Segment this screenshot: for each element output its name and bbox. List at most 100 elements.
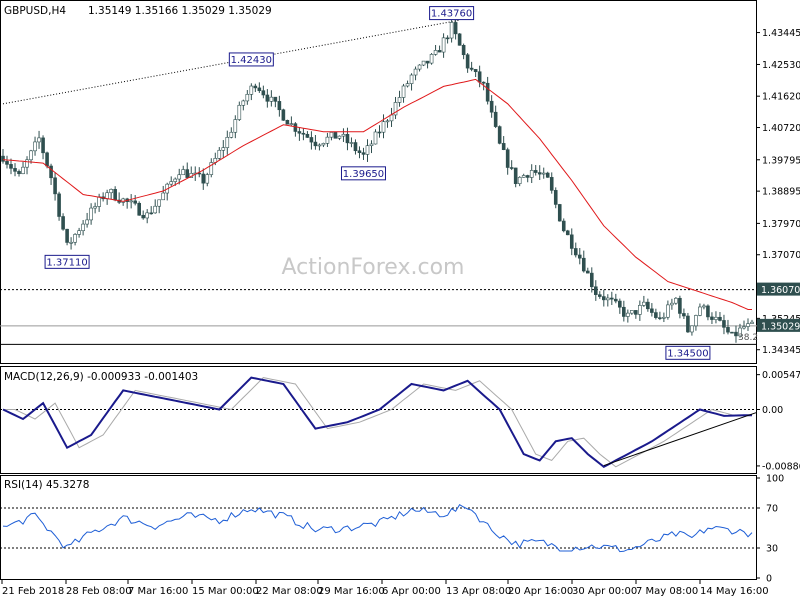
- candle-body: [265, 94, 270, 102]
- candle-body: [682, 313, 686, 317]
- gridlines: [0, 19, 757, 549]
- candle-body: [730, 331, 734, 334]
- candle-body: [618, 300, 622, 308]
- candle-body: [85, 219, 89, 225]
- series-lines: [2, 78, 757, 553]
- candle-body: [425, 60, 430, 64]
- x-tick-labels: 21 Feb 2018 28 Feb 08:007 Mar 16:00 15 Mar…: [1, 579, 769, 597]
- candle-body: [77, 230, 81, 235]
- candle-body: [573, 248, 578, 256]
- candle-body: [537, 172, 542, 175]
- candle-body: [722, 320, 726, 328]
- candle-body: [429, 54, 434, 64]
- candle-body: [485, 82, 490, 102]
- candle-body: [29, 150, 33, 161]
- candle-body: [169, 181, 174, 185]
- candle-body: [465, 54, 470, 69]
- candle-body: [702, 305, 706, 308]
- candle-body: [253, 85, 258, 89]
- rsi-y-tick-label: 0: [766, 574, 772, 585]
- candle-body: [557, 204, 562, 222]
- candle-body: [477, 71, 482, 83]
- candle-body: [89, 207, 93, 221]
- candle-body: [305, 133, 310, 138]
- candle-body: [662, 316, 666, 319]
- x-tick-label: 14 May 16:00: [700, 586, 769, 597]
- y-tick-label: 1.40720: [762, 123, 800, 134]
- candle-body: [505, 149, 510, 168]
- candle-body: [241, 100, 246, 106]
- candle-body: [597, 294, 602, 297]
- x-tick-label: 7 Mar 16:00: [128, 586, 188, 597]
- candle-body: [385, 120, 390, 123]
- candle-body: [97, 196, 101, 207]
- candle-body: [658, 317, 662, 319]
- rsi-y-tick-label: 30: [766, 544, 778, 555]
- price-annotation-label: 1.39650: [343, 169, 384, 180]
- candle-body: [133, 200, 137, 204]
- candle-body: [1, 155, 5, 162]
- candle-body: [377, 131, 382, 134]
- candle-body: [473, 69, 478, 73]
- candle-body: [369, 143, 374, 147]
- candle-body: [489, 100, 494, 113]
- chart-svg: ActionForex.com GBPUSD,H4 1.35149 1.3516…: [0, 0, 800, 597]
- candle-body: [622, 306, 626, 317]
- x-tick-label: 21 Feb 2018: [2, 586, 64, 597]
- candle-body: [533, 170, 538, 173]
- candle-body: [269, 96, 274, 102]
- candle-body: [313, 141, 318, 147]
- candle-body: [742, 326, 746, 329]
- candle-body: [205, 174, 210, 184]
- price-tag-label: 1.36070: [761, 285, 800, 296]
- price-annotation-label: 1.42430: [231, 55, 272, 66]
- candle-body: [325, 136, 330, 144]
- candle-body: [521, 175, 526, 178]
- candle-body: [690, 325, 694, 333]
- candle-body: [445, 37, 450, 40]
- candle-body: [565, 230, 570, 236]
- candle-body: [21, 166, 25, 175]
- x-tick-label: 20 Apr 16:00: [508, 586, 573, 597]
- candle-body: [13, 168, 17, 172]
- candle-body: [698, 306, 702, 316]
- candle-body: [541, 172, 546, 175]
- candle-body: [349, 142, 354, 144]
- candle-body: [501, 143, 506, 150]
- candle-body: [37, 137, 41, 143]
- candle-body: [217, 149, 222, 159]
- candle-body: [309, 137, 314, 143]
- candle-body: [177, 174, 182, 180]
- candle-body: [461, 45, 466, 56]
- y-tick-label: 1.43445: [762, 28, 800, 39]
- y-tick-label: 1.41620: [762, 92, 800, 103]
- candle-body: [694, 315, 698, 327]
- candle-body: [345, 133, 350, 144]
- macd-label: MACD(12,26,9) -0.000933 -0.001403: [4, 371, 198, 383]
- candle-body: [25, 159, 29, 168]
- candle-body: [233, 119, 238, 133]
- candle-body: [41, 137, 45, 154]
- candle-body: [401, 85, 406, 98]
- candle-body: [141, 214, 145, 219]
- candle-body: [221, 147, 226, 151]
- candle-body: [329, 132, 334, 138]
- candle-body: [161, 192, 166, 201]
- candle-body: [285, 119, 290, 125]
- candle-body: [610, 297, 614, 300]
- candle-body: [405, 83, 410, 87]
- candle-body: [457, 33, 462, 46]
- candle-body: [581, 257, 586, 272]
- candle-body: [357, 150, 362, 153]
- candle-body: [654, 312, 658, 318]
- candle-body: [57, 193, 61, 217]
- x-tick-label: 15 Mar 00:00: [192, 586, 259, 597]
- candle-body: [277, 101, 282, 111]
- candle-body: [109, 189, 113, 194]
- candle-body: [49, 165, 53, 179]
- candle-body: [433, 50, 438, 55]
- macd-trendline: [603, 412, 757, 467]
- candle-body: [69, 241, 73, 244]
- candle-body: [73, 234, 77, 243]
- watermark: ActionForex.com: [282, 255, 465, 280]
